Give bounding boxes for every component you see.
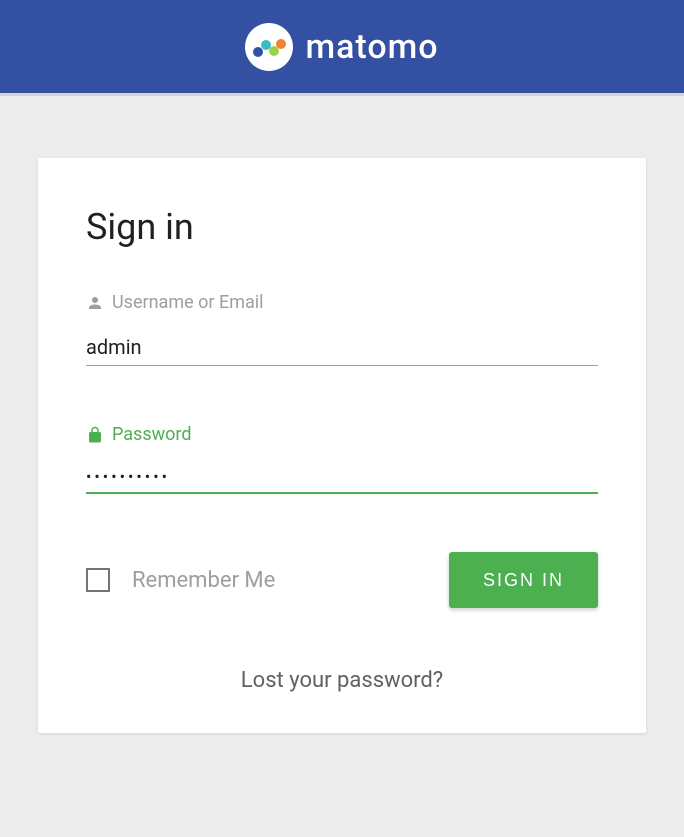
actions-row: Remember Me SIGN IN <box>86 552 598 608</box>
remember-label: Remember Me <box>132 568 275 593</box>
user-icon <box>86 294 104 312</box>
signin-card: Sign in Username or Email Password Remem… <box>38 158 646 733</box>
lock-icon <box>86 426 104 444</box>
username-input[interactable] <box>86 329 598 366</box>
brand-text: matomo <box>305 27 438 67</box>
password-field: Password <box>86 424 598 494</box>
username-label: Username or Email <box>86 292 598 313</box>
password-input[interactable] <box>86 461 598 494</box>
password-label-text: Password <box>112 424 192 445</box>
password-label: Password <box>86 424 598 445</box>
page-title: Sign in <box>86 206 598 248</box>
username-field: Username or Email <box>86 292 598 366</box>
username-label-text: Username or Email <box>112 292 264 313</box>
remember-checkbox[interactable] <box>86 568 110 592</box>
logo: matomo <box>245 23 438 71</box>
forgot-password-link[interactable]: Lost your password? <box>86 668 598 693</box>
header: matomo <box>0 0 684 96</box>
logo-icon <box>245 23 293 71</box>
remember-me[interactable]: Remember Me <box>86 568 275 593</box>
signin-button[interactable]: SIGN IN <box>449 552 598 608</box>
